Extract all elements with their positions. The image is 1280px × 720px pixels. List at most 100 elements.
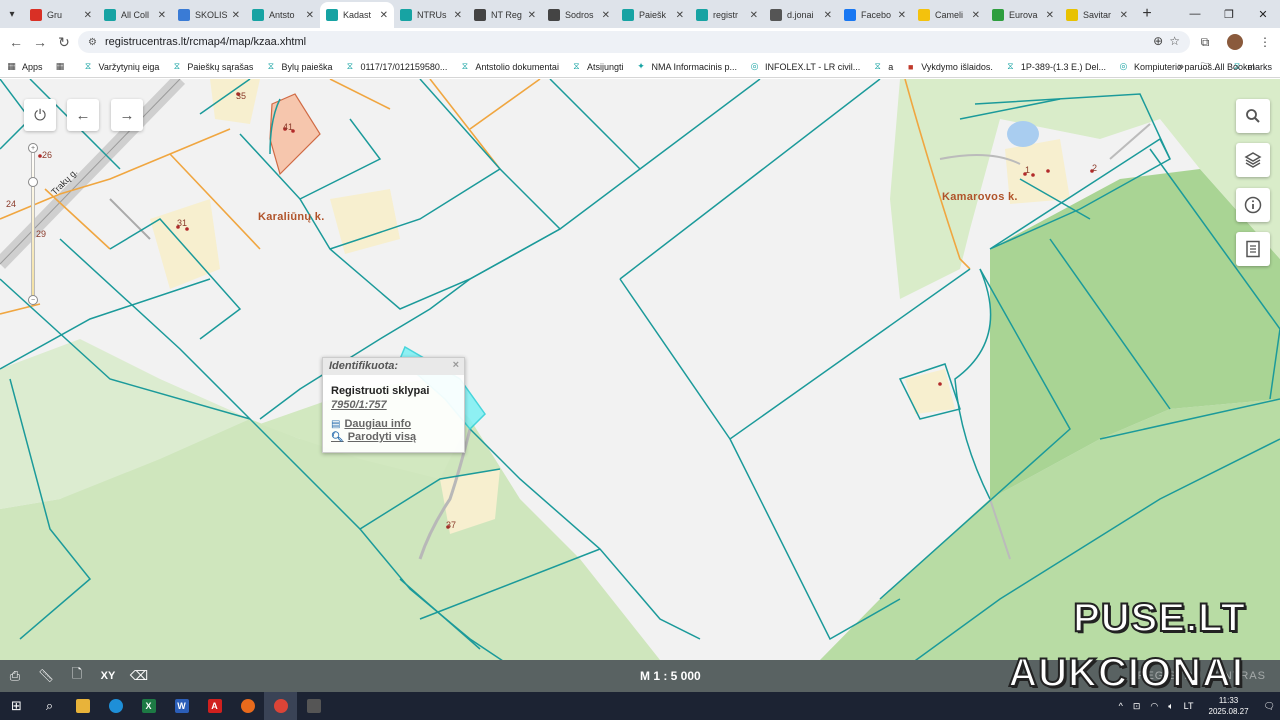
search-icon[interactable]: ⌕ xyxy=(33,692,66,720)
tab[interactable]: NT Reg ✕ xyxy=(468,2,542,28)
network-icon[interactable]: ⊡ xyxy=(1133,701,1141,712)
bookmark-item[interactable]: ⧖ 1P-389-(1.3 E.) Del... xyxy=(1005,61,1106,72)
tab[interactable]: d.jonai ✕ xyxy=(764,2,838,28)
bookmark-item[interactable]: ⧖ Paieškų sąrašas xyxy=(171,61,254,72)
zoom-in-icon[interactable]: + xyxy=(28,143,38,153)
more-info-link[interactable]: ▤ Daugiau info xyxy=(323,418,464,430)
bookmarks-more-icon[interactable]: » xyxy=(1178,56,1184,78)
tab-close-icon[interactable]: ✕ xyxy=(602,10,610,21)
clock[interactable]: 11:33 2025.08.27 xyxy=(1209,695,1249,717)
layers-icon[interactable] xyxy=(1236,143,1270,177)
bookmark-item[interactable]: ▦ Apps xyxy=(6,61,42,72)
search-icon[interactable] xyxy=(1236,99,1270,133)
minimize-icon[interactable]: — xyxy=(1178,0,1212,28)
parcel-id-link[interactable]: 7950/1:757 xyxy=(323,397,464,411)
file-explorer-icon[interactable] xyxy=(66,692,99,720)
info-icon[interactable] xyxy=(1236,188,1270,222)
tab-search-icon[interactable]: ▾ xyxy=(0,0,24,28)
tab-close-icon[interactable]: ✕ xyxy=(1046,10,1054,21)
notifications-icon[interactable]: 🗨︎ xyxy=(1264,701,1275,712)
tab-close-icon[interactable]: ✕ xyxy=(750,10,758,21)
app-icon[interactable] xyxy=(297,692,330,720)
bookmark-item[interactable]: ⧖ Varžytynių eiga xyxy=(83,61,160,72)
undo-icon[interactable]: ← xyxy=(67,99,99,131)
bookmark-item[interactable]: ⧖ Atsijungti xyxy=(571,61,623,72)
tab-close-icon[interactable]: ✕ xyxy=(84,10,92,21)
bookmark-item[interactable]: ▦ xyxy=(55,61,71,72)
measure-ruler-icon[interactable]: 📏︎ xyxy=(31,660,61,692)
bookmark-item[interactable]: ⧖ 0117/17/012159580... xyxy=(344,61,448,72)
tab[interactable]: SKOLIS ✕ xyxy=(172,2,246,28)
site-info-icon[interactable]: ⚙ xyxy=(88,37,97,48)
tab[interactable]: Gru ✕ xyxy=(24,2,98,28)
zoom-out-icon[interactable]: − xyxy=(28,295,38,305)
tab-close-icon[interactable]: ✕ xyxy=(232,10,240,21)
show-all-link[interactable]: 🔍︎ Parodyti visą xyxy=(323,431,464,443)
tab-close-icon[interactable]: ✕ xyxy=(824,10,832,21)
tab[interactable]: Kadast ✕ xyxy=(320,2,394,28)
tab-close-icon[interactable]: ✕ xyxy=(380,10,388,21)
tab-close-icon[interactable]: ✕ xyxy=(1120,10,1128,21)
zoom-slider[interactable]: + − xyxy=(28,143,38,305)
tab-close-icon[interactable]: ✕ xyxy=(454,10,462,21)
tab[interactable]: registr ✕ xyxy=(690,2,764,28)
bookmark-item[interactable]: ◎ INFOLEX.LT - LR civil... xyxy=(749,61,861,72)
all-bookmarks[interactable]: 🗀 All Bookmarks xyxy=(1200,56,1272,78)
tab[interactable]: Eurova ✕ xyxy=(986,2,1060,28)
bookmark-item[interactable]: ⧖ Antstolio dokumentai xyxy=(459,61,559,72)
add-document-icon[interactable]: 🗋 xyxy=(62,660,92,692)
volume-icon[interactable]: 🔈︎ xyxy=(1168,701,1173,712)
menu-kebab-icon[interactable]: ⋮ xyxy=(1250,35,1280,49)
legend-icon[interactable] xyxy=(1236,232,1270,266)
profile-avatar[interactable] xyxy=(1227,34,1243,50)
xy-coordinates-icon[interactable]: XY xyxy=(93,660,123,692)
tab[interactable]: Paiešk ✕ xyxy=(616,2,690,28)
bookmark-label: a xyxy=(888,61,894,72)
tab[interactable]: Sodros ✕ xyxy=(542,2,616,28)
print-icon[interactable]: ⎙ xyxy=(0,660,30,692)
chrome-icon[interactable] xyxy=(264,692,297,720)
back-icon[interactable]: ← xyxy=(4,30,28,54)
redo-icon[interactable]: → xyxy=(111,99,143,131)
close-window-icon[interactable]: ✕ xyxy=(1246,0,1280,28)
word-icon[interactable]: W xyxy=(165,692,198,720)
extensions-icon[interactable]: ⧉ xyxy=(1190,35,1220,50)
bookmark-item[interactable]: ■ Vykdymo išlaidos. xyxy=(905,61,993,72)
power-icon[interactable]: ⏻ xyxy=(24,99,56,131)
restore-icon[interactable]: ❐ xyxy=(1212,0,1246,28)
tab[interactable]: Antsto ✕ xyxy=(246,2,320,28)
map-canvas[interactable]: Karaliūnų k. Kamarovos k. Trakų g. 35 41… xyxy=(0,79,1280,660)
edge-icon[interactable] xyxy=(99,692,132,720)
zoom-handle[interactable] xyxy=(28,177,38,187)
bookmark-star-icon[interactable]: ☆ xyxy=(1169,34,1180,48)
tab-close-icon[interactable]: ✕ xyxy=(306,10,314,21)
tab[interactable]: All Coll ✕ xyxy=(98,2,172,28)
wifi-icon[interactable]: ◠ xyxy=(1150,701,1158,712)
tab-close-icon[interactable]: ✕ xyxy=(676,10,684,21)
tab[interactable]: Cameli ✕ xyxy=(912,2,986,28)
forward-icon[interactable]: → xyxy=(28,30,52,54)
tray-chevron-icon[interactable]: ^ xyxy=(1119,701,1123,711)
identify-popup: Identifikuota: × Registruoti sklypai 795… xyxy=(322,357,465,453)
bookmark-item[interactable]: ✦ NMA Informacinis p... xyxy=(635,61,737,72)
excel-icon[interactable]: X xyxy=(132,692,165,720)
tab-close-icon[interactable]: ✕ xyxy=(898,10,906,21)
new-tab-button[interactable]: + xyxy=(1134,5,1160,23)
firefox-icon[interactable] xyxy=(231,692,264,720)
popup-close-icon[interactable]: × xyxy=(453,359,459,371)
tab-close-icon[interactable]: ✕ xyxy=(972,10,980,21)
language-indicator[interactable]: LT xyxy=(1184,701,1194,711)
tab[interactable]: Facebo ✕ xyxy=(838,2,912,28)
address-bar[interactable]: ⚙ registrucentras.lt/rcmap4/map/kzaa.xht… xyxy=(78,31,1190,53)
eraser-icon[interactable]: ⌫ xyxy=(124,660,154,692)
tab[interactable]: NTRUs ✕ xyxy=(394,2,468,28)
tab[interactable]: Savitar ✕ xyxy=(1060,2,1134,28)
reload-icon[interactable]: ↻ xyxy=(52,30,76,54)
tab-close-icon[interactable]: ✕ xyxy=(158,10,166,21)
zoom-icon[interactable]: ⊕ xyxy=(1153,34,1163,48)
bookmark-item[interactable]: ⧖ Bylų paieška xyxy=(265,61,333,72)
tab-close-icon[interactable]: ✕ xyxy=(528,10,536,21)
bookmark-item[interactable]: ⧖ a xyxy=(872,61,894,72)
windows-start-icon[interactable]: ⊞ xyxy=(0,692,33,720)
acrobat-icon[interactable]: A xyxy=(198,692,231,720)
